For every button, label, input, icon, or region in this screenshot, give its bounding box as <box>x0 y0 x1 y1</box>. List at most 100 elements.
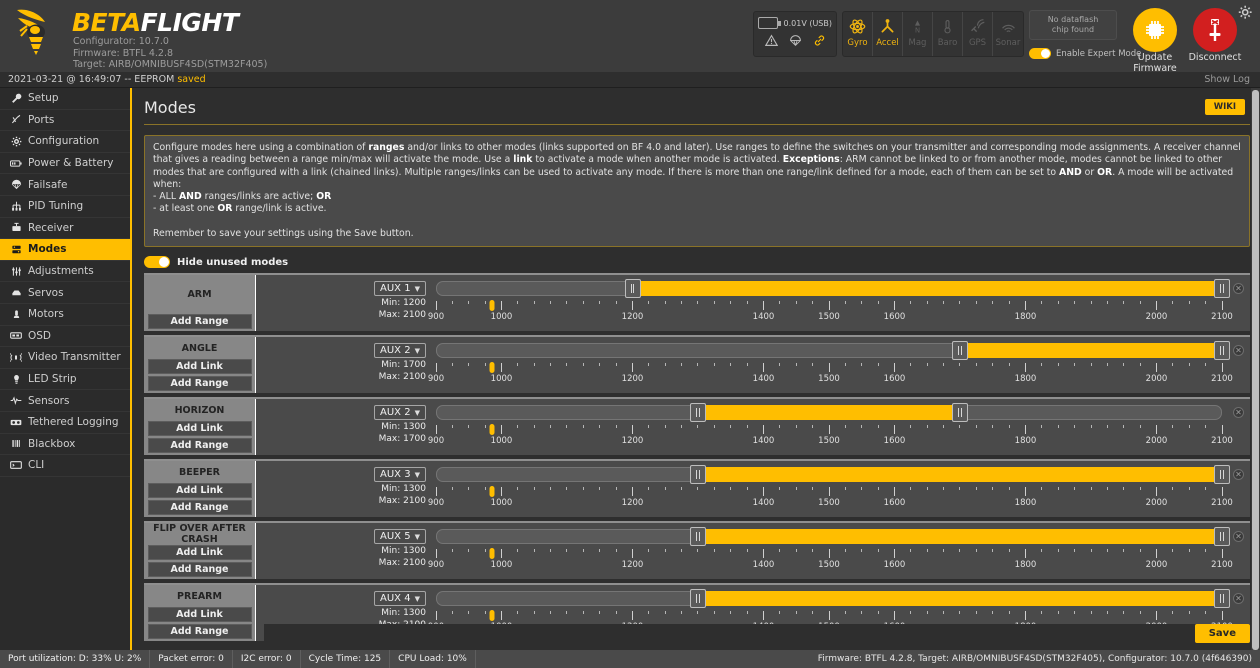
sidebar-item-receiver[interactable]: Receiver <box>0 218 130 240</box>
sidebar-item-pid-tuning[interactable]: PID Tuning <box>0 196 130 218</box>
slider-major-tick <box>632 549 633 558</box>
wiki-button[interactable]: WIKI <box>1205 99 1245 115</box>
chevron-down-icon: ▼ <box>415 347 420 355</box>
slider-minor-tick <box>1009 363 1010 366</box>
slider-handle-max[interactable] <box>1214 341 1230 360</box>
range-slider[interactable]: 90010001200140015001600180020002100 <box>436 341 1222 391</box>
firmware-version: Firmware: BTFL 4.2.8 <box>72 48 267 60</box>
sidebar-item-label: Configuration <box>28 135 99 147</box>
add-link-button[interactable]: Add Link <box>148 483 252 498</box>
slider-major-tick <box>1222 487 1223 496</box>
slider-minor-tick <box>878 363 879 366</box>
slider-minor-tick <box>1140 425 1141 428</box>
add-range-button[interactable]: Add Range <box>148 314 252 329</box>
sidebar-item-motors[interactable]: Motors <box>0 304 130 326</box>
add-range-button[interactable]: Add Range <box>148 624 252 639</box>
channel-select[interactable]: AUX 5▼ <box>374 529 426 544</box>
show-log-link[interactable]: Show Log <box>1204 74 1250 85</box>
slider-handle-min[interactable] <box>690 465 706 484</box>
channel-select[interactable]: AUX 4▼ <box>374 591 426 606</box>
sidebar-item-label: Setup <box>28 92 59 104</box>
add-link-button[interactable]: Add Link <box>148 359 252 374</box>
slider-tick-label: 1200 <box>622 312 644 322</box>
range-slider[interactable]: 90010001200140015001600180020002100 <box>436 403 1222 453</box>
mode-name: FLIP OVER AFTER CRASH <box>144 523 255 545</box>
channel-select[interactable]: AUX 1▼ <box>374 281 426 296</box>
page-title-row: Modes WIKI <box>144 98 1250 125</box>
settings-gear-icon[interactable] <box>1238 5 1254 21</box>
slider-handle-max[interactable] <box>1214 527 1230 546</box>
slider-minor-tick <box>959 301 960 304</box>
slider-handle-max[interactable] <box>1214 465 1230 484</box>
range-slider[interactable]: 90010001200140015001600180020002100 <box>436 465 1222 515</box>
slider-handle-min[interactable] <box>625 279 641 298</box>
sidebar-item-cli[interactable]: CLI <box>0 455 130 477</box>
slider-minor-tick <box>1058 425 1059 428</box>
sidebar-item-osd[interactable]: OSD <box>0 326 130 348</box>
vertical-scrollbar[interactable] <box>1251 88 1260 668</box>
slider-tick-label: 2100 <box>1211 498 1233 508</box>
slider-handle-max[interactable] <box>952 403 968 422</box>
delete-range-button[interactable]: ✕ <box>1233 531 1244 542</box>
add-range-button[interactable]: Add Range <box>148 562 252 577</box>
slider-minor-tick <box>992 363 993 366</box>
add-link-button[interactable]: Add Link <box>148 545 252 560</box>
sidebar-item-video-transmitter[interactable]: Video Transmitter <box>0 347 130 369</box>
slider-handle-min[interactable] <box>952 341 968 360</box>
slider-tick-label: 2100 <box>1211 436 1233 446</box>
sidebar-item-power-battery[interactable]: Power & Battery <box>0 153 130 175</box>
add-link-button[interactable]: Add Link <box>148 607 252 622</box>
range-slider[interactable]: 90010001200140015001600180020002100 <box>436 527 1222 577</box>
update-firmware-button[interactable] <box>1133 8 1177 52</box>
sidebar-item-adjustments[interactable]: Adjustments <box>0 261 130 283</box>
slider-major-tick <box>1156 425 1157 434</box>
sidebar-item-tethered-logging[interactable]: Tethered Logging <box>0 412 130 434</box>
sidebar-item-blackbox[interactable]: Blackbox <box>0 434 130 456</box>
sidebar-item-servos[interactable]: Servos <box>0 282 130 304</box>
slider-tick-label: 1600 <box>884 312 906 322</box>
slider-handle-min[interactable] <box>690 589 706 608</box>
delete-range-button[interactable]: ✕ <box>1233 407 1244 418</box>
mode-label-column: HORIZONAdd LinkAdd Range <box>144 399 256 455</box>
warning-icon <box>765 34 778 47</box>
channel-select-value: AUX 2 <box>380 345 411 356</box>
sidebar-item-failsafe[interactable]: Failsafe <box>0 174 130 196</box>
sidebar-item-ports[interactable]: Ports <box>0 110 130 132</box>
slider-handle-min[interactable] <box>690 527 706 546</box>
slider-major-tick <box>894 487 895 496</box>
slider-handle-max[interactable] <box>1214 279 1230 298</box>
sidebar-item-led-strip[interactable]: LED Strip <box>0 369 130 391</box>
channel-select[interactable]: AUX 3▼ <box>374 467 426 482</box>
scrollbar-thumb[interactable] <box>1252 90 1259 650</box>
add-range-button[interactable]: Add Range <box>148 500 252 515</box>
slider-handle-min[interactable] <box>690 403 706 422</box>
add-range-button[interactable]: Add Range <box>148 376 252 391</box>
save-button[interactable]: Save <box>1195 624 1250 643</box>
sidebar-item-setup[interactable]: Setup <box>0 88 130 110</box>
delete-range-button[interactable]: ✕ <box>1233 345 1244 356</box>
add-link-button[interactable]: Add Link <box>148 421 252 436</box>
channel-select[interactable]: AUX 2 ▼ <box>374 343 426 358</box>
delete-range-button[interactable]: ✕ <box>1233 469 1244 480</box>
slider-fill <box>960 343 1222 358</box>
slider-minor-tick <box>468 301 469 304</box>
hide-unused-modes-row[interactable]: Hide unused modes <box>144 256 1250 268</box>
slider-minor-tick <box>1074 611 1075 614</box>
slider-fill <box>698 467 1222 482</box>
delete-range-button[interactable]: ✕ <box>1233 283 1244 294</box>
expert-mode-toggle[interactable] <box>1029 48 1051 59</box>
delete-range-button[interactable]: ✕ <box>1233 593 1244 604</box>
slider-minor-tick <box>648 425 649 428</box>
slider-minor-tick <box>648 611 649 614</box>
add-range-button[interactable]: Add Range <box>148 438 252 453</box>
slider-handle-max[interactable] <box>1214 589 1230 608</box>
sidebar-item-configuration[interactable]: Configuration <box>0 131 130 153</box>
sidebar-item-sensors[interactable]: Sensors <box>0 390 130 412</box>
range-slider[interactable]: 90010001200140015001600180020002100 <box>436 279 1222 329</box>
disconnect-button[interactable] <box>1193 8 1237 52</box>
slider-minor-tick <box>1091 549 1092 552</box>
channel-select[interactable]: AUX 2▼ <box>374 405 426 420</box>
sidebar-item-modes[interactable]: Modes <box>0 239 130 261</box>
hide-unused-modes-toggle[interactable] <box>144 256 170 268</box>
slider-minor-tick <box>583 549 584 552</box>
